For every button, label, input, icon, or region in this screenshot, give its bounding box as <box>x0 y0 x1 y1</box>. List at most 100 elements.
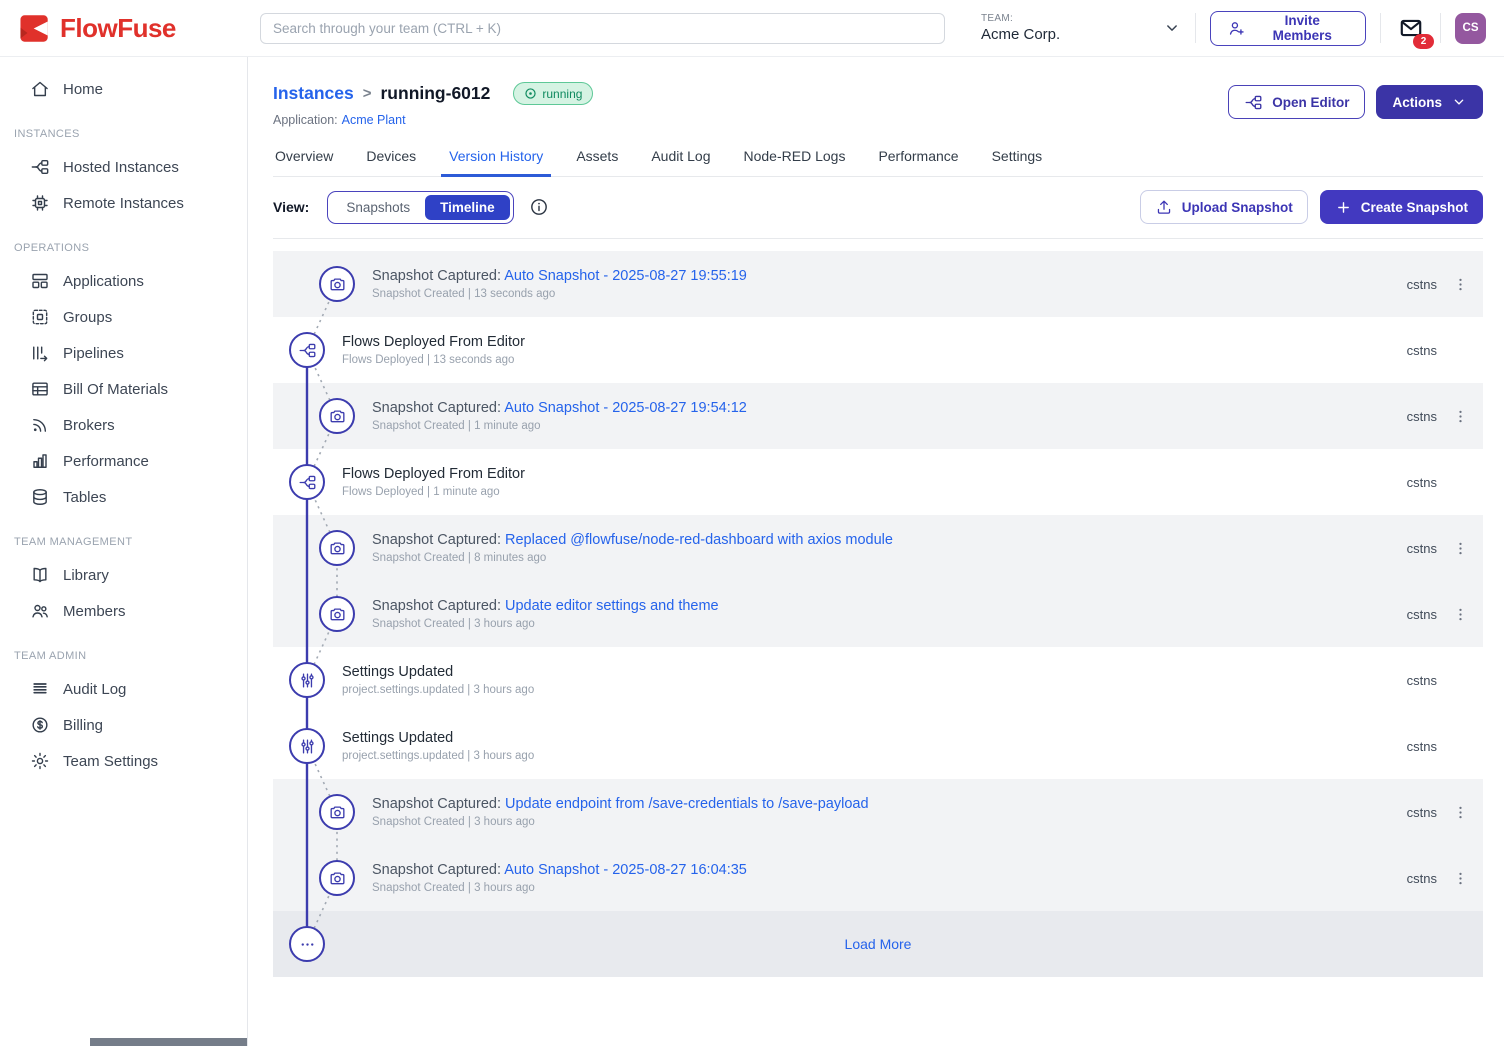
row-menu-button[interactable] <box>1437 408 1483 425</box>
view-toggle-snapshots[interactable]: Snapshots <box>331 195 425 220</box>
create-snapshot-button[interactable]: Create Snapshot <box>1320 190 1483 224</box>
sidebar-item-home[interactable]: Home <box>0 71 247 107</box>
chip-icon <box>30 193 50 213</box>
timeline-row: Settings Updatedproject.settings.updated… <box>273 713 1483 779</box>
main-content: Instances > running-6012 running Applica… <box>248 57 1504 1046</box>
sidebar-item-library[interactable]: Library <box>0 557 247 593</box>
timeline-row: Snapshot Captured: Auto Snapshot - 2025-… <box>273 383 1483 449</box>
snapshot-link[interactable]: Auto Snapshot - 2025-08-27 19:55:19 <box>504 268 747 284</box>
camera-icon <box>328 803 347 822</box>
row-menu-button[interactable] <box>1437 870 1483 887</box>
timeline-row-body: Flows Deployed From EditorFlows Deployed… <box>273 334 1381 366</box>
camera-icon <box>319 860 355 896</box>
tab-assets[interactable]: Assets <box>574 142 620 176</box>
timeline-row: Flows Deployed From EditorFlows Deployed… <box>273 317 1483 383</box>
timeline-row: Flows Deployed From EditorFlows Deployed… <box>273 449 1483 515</box>
flowfuse-logo[interactable]: FlowFuse <box>0 12 248 45</box>
timeline-row: Snapshot Captured: Update endpoint from … <box>273 779 1483 845</box>
timeline-row-meta: Snapshot Created | 1 minute ago <box>372 420 1381 432</box>
snapshot-link[interactable]: Auto Snapshot - 2025-08-27 19:54:12 <box>504 400 747 416</box>
camera-icon <box>319 794 355 830</box>
search-input[interactable] <box>260 13 945 44</box>
header-divider <box>1380 13 1381 43</box>
user-avatar[interactable]: CS <box>1455 13 1486 44</box>
breadcrumb: Instances > running-6012 running <box>273 82 593 105</box>
snapshot-link[interactable]: Auto Snapshot - 2025-08-27 16:04:35 <box>504 862 747 878</box>
tab-performance[interactable]: Performance <box>876 142 960 176</box>
book-icon <box>30 565 50 585</box>
snapshot-link[interactable]: Update editor settings and theme <box>505 598 719 614</box>
timeline-row-title: Snapshot Captured: Auto Snapshot - 2025-… <box>372 400 1381 416</box>
sidebar-item-groups[interactable]: Groups <box>0 299 247 335</box>
kebab-icon <box>1452 870 1469 887</box>
application-link[interactable]: Acme Plant <box>342 113 406 127</box>
sidebar-item-team-settings[interactable]: Team Settings <box>0 743 247 779</box>
tab-settings[interactable]: Settings <box>990 142 1045 176</box>
row-menu-button[interactable] <box>1437 540 1483 557</box>
chevron-down-icon <box>1163 19 1181 37</box>
timeline-row: Snapshot Captured: Update editor setting… <box>273 581 1483 647</box>
tab-version-history[interactable]: Version History <box>447 142 545 176</box>
broadcast-icon <box>30 415 50 435</box>
list-icon <box>30 679 50 699</box>
open-editor-button[interactable]: Open Editor <box>1228 85 1365 119</box>
timeline-row-title: Settings Updated <box>342 664 1381 680</box>
sidebar-item-bill-of-materials[interactable]: Bill Of Materials <box>0 371 247 407</box>
row-menu-button[interactable] <box>1437 804 1483 821</box>
row-menu-button[interactable] <box>1437 276 1483 293</box>
sidebar-item-billing[interactable]: Billing <box>0 707 247 743</box>
timeline-row-meta: Snapshot Created | 3 hours ago <box>372 618 1381 630</box>
team-selector[interactable]: TEAM: Acme Corp. <box>981 13 1181 43</box>
breadcrumb-instances-link[interactable]: Instances <box>273 83 354 104</box>
sidebar-item-label: Home <box>63 81 103 98</box>
tab-audit-log[interactable]: Audit Log <box>649 142 712 176</box>
snapshot-link[interactable]: Replaced @flowfuse/node-red-dashboard wi… <box>505 532 893 548</box>
sidebar-item-label: Tables <box>63 489 106 506</box>
tab-node-red-logs[interactable]: Node-RED Logs <box>742 142 848 176</box>
sidebar-item-members[interactable]: Members <box>0 593 247 629</box>
snapshot-prefix: Snapshot Captured: <box>372 796 505 812</box>
sidebar-item-tables[interactable]: Tables <box>0 479 247 515</box>
timeline-row-body: Snapshot Captured: Auto Snapshot - 2025-… <box>273 862 1381 894</box>
header-divider <box>1195 13 1196 43</box>
timeline-row-body: Snapshot Captured: Update editor setting… <box>273 598 1381 630</box>
sidebar-item-applications[interactable]: Applications <box>0 263 247 299</box>
actions-label: Actions <box>1392 95 1442 110</box>
row-menu-button[interactable] <box>1437 606 1483 623</box>
timeline-row: Settings Updatedproject.settings.updated… <box>273 647 1483 713</box>
upload-snapshot-button[interactable]: Upload Snapshot <box>1140 190 1308 224</box>
sidebar-item-hosted-instances[interactable]: Hosted Instances <box>0 149 247 185</box>
sidebar-item-pipelines[interactable]: Pipelines <box>0 335 247 371</box>
timeline-row-body: Snapshot Captured: Replaced @flowfuse/no… <box>273 532 1381 564</box>
view-toggle-timeline[interactable]: Timeline <box>425 195 510 220</box>
sidebar-section-instances: INSTANCES <box>14 128 247 140</box>
invite-members-button[interactable]: Invite Members <box>1210 11 1366 46</box>
sidebar-item-brokers[interactable]: Brokers <box>0 407 247 443</box>
sidebar-item-performance[interactable]: Performance <box>0 443 247 479</box>
deploy-icon <box>289 332 325 368</box>
snapshot-prefix: Snapshot Captured: <box>372 532 505 548</box>
instance-tabs: Overview Devices Version History Assets Audi… <box>273 142 1483 177</box>
home-icon <box>30 79 50 99</box>
snapshot-link[interactable]: Update endpoint from /save-credentials t… <box>505 796 869 812</box>
info-icon[interactable] <box>529 197 549 217</box>
timeline-row-user: cstns <box>1381 475 1437 490</box>
load-more-link[interactable]: Load More <box>273 936 1483 952</box>
plus-icon <box>1335 199 1352 216</box>
top-header: FlowFuse TEAM: Acme Corp. Invite Members… <box>0 0 1504 57</box>
timeline-row-title: Settings Updated <box>342 730 1381 746</box>
timeline-row-body: Snapshot Captured: Auto Snapshot - 2025-… <box>273 400 1381 432</box>
user-plus-icon <box>1227 19 1246 38</box>
actions-button[interactable]: Actions <box>1376 85 1483 119</box>
sidebar-scrollbar[interactable] <box>90 1038 247 1046</box>
tab-overview[interactable]: Overview <box>273 142 335 176</box>
sidebar-item-audit-log[interactable]: Audit Log <box>0 671 247 707</box>
tab-devices[interactable]: Devices <box>364 142 418 176</box>
timeline-row: Snapshot Captured: Replaced @flowfuse/no… <box>273 515 1483 581</box>
sidebar-item-remote-instances[interactable]: Remote Instances <box>0 185 247 221</box>
kebab-icon <box>1452 408 1469 425</box>
page-head: Instances > running-6012 running Applica… <box>273 57 1483 127</box>
page-head-actions: Open Editor Actions <box>1228 82 1483 119</box>
notifications-button[interactable]: 2 <box>1395 15 1426 41</box>
timeline-row-body: Snapshot Captured: Auto Snapshot - 2025-… <box>273 268 1381 300</box>
